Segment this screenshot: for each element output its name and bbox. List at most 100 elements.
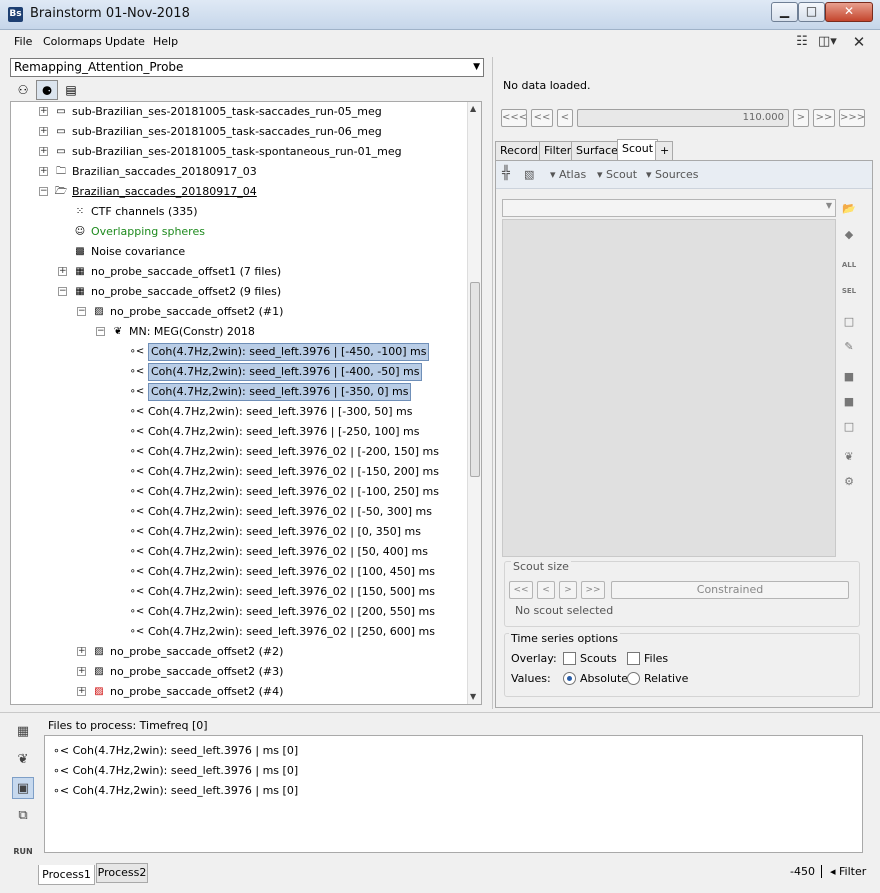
- tree-row[interactable]: + ▨ no_probe_saccade_offset2 (#4): [11, 682, 466, 702]
- filter-button[interactable]: ◂ Filter: [830, 865, 866, 878]
- brush-icon[interactable]: ✎: [840, 339, 858, 355]
- absolute-radio[interactable]: [563, 672, 576, 685]
- list-item[interactable]: ∘< Coh(4.7Hz,2win): seed_left.3976 | ms …: [53, 742, 298, 760]
- view-by-subjects-icon[interactable]: ⚇: [12, 80, 34, 100]
- select-button[interactable]: SEL: [840, 283, 858, 299]
- tree-row[interactable]: ☺ Overlapping spheres: [11, 222, 466, 242]
- tree-row[interactable]: ∘< Coh(4.7Hz,2win): seed_left.3976_02 | […: [11, 502, 466, 522]
- scout-shrink-fast-button[interactable]: <<: [509, 581, 533, 599]
- tree-row[interactable]: ∘< Coh(4.7Hz,2win): seed_left.3976_02 | […: [11, 602, 466, 622]
- tab-record[interactable]: Record: [495, 141, 544, 160]
- time-prev-button[interactable]: <: [557, 109, 573, 127]
- relative-radio[interactable]: [627, 672, 640, 685]
- maximize-button[interactable]: □: [798, 2, 825, 22]
- tree-row[interactable]: + ▨ no_probe_saccade_offset2 (#3): [11, 662, 466, 682]
- time-series-icon[interactable]: ▧: [524, 168, 534, 181]
- gear-icon[interactable]: ⚙: [840, 474, 858, 490]
- sources-brain-icon[interactable]: ❦: [12, 749, 34, 771]
- tree-row[interactable]: ∘< Coh(4.7Hz,2win): seed_left.3976 | [-40…: [11, 362, 466, 382]
- tree-row[interactable]: − ▦ no_probe_saccade_offset2 (9 files): [11, 282, 466, 302]
- tree-row[interactable]: ∘< Coh(4.7Hz,2win): seed_left.3976_02 | […: [11, 582, 466, 602]
- tree-row[interactable]: ∘< Coh(4.7Hz,2win): seed_left.3976_02 | […: [11, 462, 466, 482]
- tree-row[interactable]: + ▭ sub-Brazilian_ses-20181005_task-saccad…: [11, 122, 466, 142]
- tree-row[interactable]: ⁙ CTF channels (335): [11, 202, 466, 222]
- tree-row[interactable]: ∘< Coh(4.7Hz,2win): seed_left.3976_02 | […: [11, 562, 466, 582]
- overlay-files-checkbox[interactable]: [627, 652, 640, 665]
- scroll-up-icon[interactable]: ▲: [470, 104, 476, 113]
- collapse-icon[interactable]: −: [58, 287, 67, 296]
- run-button[interactable]: RUN: [12, 841, 34, 863]
- expand-icon[interactable]: +: [39, 167, 48, 176]
- diamond-icon[interactable]: ◆: [840, 227, 858, 243]
- constrained-button[interactable]: Constrained: [611, 581, 849, 599]
- filter-search-input[interactable]: -450: [790, 865, 822, 878]
- scout-menu[interactable]: ▾ Scout: [597, 168, 637, 181]
- tab-surface[interactable]: Surface: [571, 141, 623, 160]
- scout-shrink-button[interactable]: <: [537, 581, 555, 599]
- close-button[interactable]: ✕: [825, 2, 873, 22]
- layout-list-icon[interactable]: ☷: [793, 34, 811, 50]
- tree-row[interactable]: ∘< Coh(4.7Hz,2win): seed_left.3976 | [-35…: [11, 382, 466, 402]
- atlas-dropdown[interactable]: ▼: [502, 199, 836, 217]
- expand-icon[interactable]: +: [39, 107, 48, 116]
- list-item[interactable]: ∘< Coh(4.7Hz,2win): seed_left.3976 | ms …: [53, 762, 298, 780]
- title-bar[interactable]: Bs Brainstorm 01-Nov-2018 ▁ □ ✕: [0, 0, 880, 30]
- files-to-process-list[interactable]: ∘< Coh(4.7Hz,2win): seed_left.3976 | ms …: [44, 735, 863, 853]
- add-tab-button[interactable]: +: [655, 141, 673, 160]
- menu-update[interactable]: Update: [105, 35, 145, 48]
- select-all-button[interactable]: ALL: [840, 257, 858, 273]
- expand-icon[interactable]: +: [77, 667, 86, 676]
- timefreq-files-icon[interactable]: ▣: [12, 777, 34, 799]
- tree-row[interactable]: ∘< Coh(4.7Hz,2win): seed_left.3976_02 | […: [11, 522, 466, 542]
- tab-process1[interactable]: Process1: [38, 865, 95, 885]
- tree-row[interactable]: + ▨ no_probe_saccade_offset2 (#2): [11, 642, 466, 662]
- tree-row[interactable]: − ❦ MN: MEG(Constr) 2018: [11, 322, 466, 342]
- menu-file[interactable]: File: [14, 35, 32, 48]
- menu-colormaps[interactable]: Colormaps: [43, 35, 102, 48]
- layout-grid-icon[interactable]: ◫▾: [818, 34, 837, 50]
- collapse-icon[interactable]: −: [39, 187, 48, 196]
- expand-icon[interactable]: +: [39, 127, 48, 136]
- minimize-button[interactable]: ▁: [771, 2, 798, 22]
- expand-icon[interactable]: +: [39, 147, 48, 156]
- atlas-menu[interactable]: ▾ Atlas: [550, 168, 586, 181]
- tree-row[interactable]: ∘< Coh(4.7Hz,2win): seed_left.3976_02 | […: [11, 622, 466, 642]
- tab-process2[interactable]: Process2: [96, 863, 148, 883]
- expand-icon[interactable]: +: [77, 687, 86, 696]
- sources-menu[interactable]: ▾ Sources: [646, 168, 699, 181]
- view-by-studies-icon[interactable]: ⚈: [36, 80, 58, 100]
- time-fast-next-button[interactable]: >>: [813, 109, 835, 127]
- scout-grow-fast-button[interactable]: >>: [581, 581, 605, 599]
- matrix-files-icon[interactable]: ⧉: [12, 805, 34, 827]
- tree-row[interactable]: + 🗀 Brazilian_saccades_20180917_03: [11, 162, 466, 182]
- filled-square-icon[interactable]: ■: [840, 394, 858, 410]
- list-item[interactable]: ∘< Coh(4.7Hz,2win): seed_left.3976 | ms …: [53, 782, 298, 800]
- time-next-button[interactable]: >: [793, 109, 809, 127]
- crosshair-icon[interactable]: ╬: [502, 166, 510, 181]
- tree-row[interactable]: ∘< Coh(4.7Hz,2win): seed_left.3976_02 | […: [11, 482, 466, 502]
- view-by-conditions-icon[interactable]: ▤: [60, 80, 82, 100]
- expand-icon[interactable]: +: [77, 647, 86, 656]
- tree-row[interactable]: ∘< Coh(4.7Hz,2win): seed_left.3976_02 | […: [11, 542, 466, 562]
- tree-row[interactable]: ∘< Coh(4.7Hz,2win): seed_left.3976 | [-30…: [11, 402, 466, 422]
- tree-row[interactable]: ∘< Coh(4.7Hz,2win): seed_left.3976 | [-25…: [11, 422, 466, 442]
- tree-row[interactable]: ∘< Coh(4.7Hz,2win): seed_left.3976_02 | […: [11, 442, 466, 462]
- scout-list[interactable]: [502, 219, 836, 557]
- database-tree[interactable]: + ▭ sub-Brazilian_ses-20181005_task-saccad…: [10, 101, 482, 705]
- protocol-dropdown[interactable]: Remapping_Attention_Probe ▼: [10, 58, 484, 77]
- time-last-button[interactable]: >>>: [839, 109, 865, 127]
- open-folder-icon[interactable]: 📂: [840, 201, 858, 217]
- expand-icon[interactable]: +: [58, 267, 67, 276]
- tree-row[interactable]: + ▦ no_probe_saccade_offset1 (7 files): [11, 262, 466, 282]
- menu-help[interactable]: Help: [153, 35, 178, 48]
- scroll-down-icon[interactable]: ▼: [470, 692, 476, 701]
- square-outline-icon[interactable]: □: [840, 419, 858, 435]
- overlay-scouts-checkbox[interactable]: [563, 652, 576, 665]
- tree-row[interactable]: + ▭ sub-Brazilian_ses-20181005_task-sponta…: [11, 142, 466, 162]
- tree-row[interactable]: − ▨ no_probe_saccade_offset2 (#1): [11, 302, 466, 322]
- close-all-figures-icon[interactable]: ✕: [850, 34, 868, 50]
- collapse-icon[interactable]: −: [77, 307, 86, 316]
- tree-row[interactable]: ∘< Coh(4.7Hz,2win): seed_left.3976 | [-45…: [11, 342, 466, 362]
- tree-row[interactable]: − 🗁 Brazilian_saccades_20180917_04: [11, 182, 466, 202]
- time-field[interactable]: 110.000: [577, 109, 789, 127]
